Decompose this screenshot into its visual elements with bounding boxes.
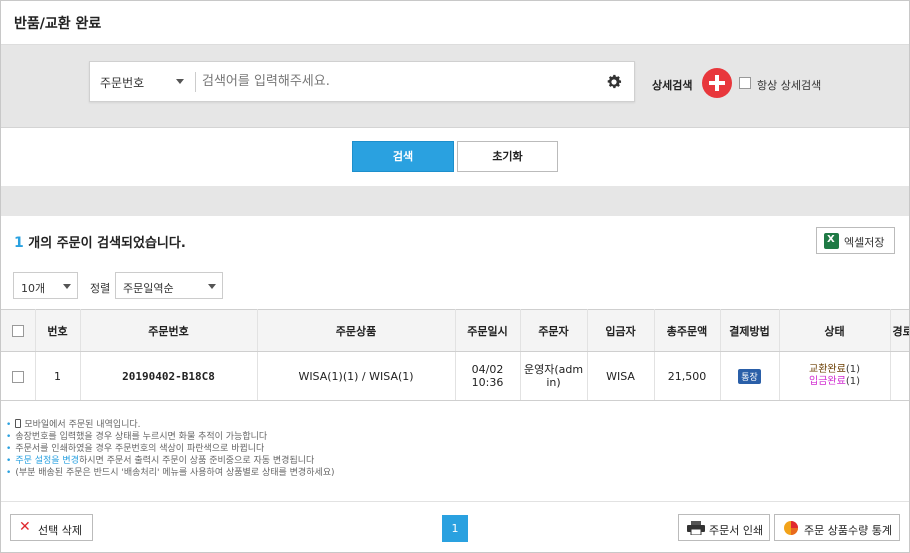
note-item: • 주문서를 인쇄하였을 경우 주문번호의 색상이 파란색으로 바뀝니다 [6,444,265,454]
table-header-row: 번호 주문번호 주문상품 주문일시 주문자 입금자 총주문액 결제방법 상태 경… [1,309,909,352]
header-payment[interactable]: 결제방법 [720,309,780,352]
status-exchange: 교환완료(1) [780,364,890,376]
header-orderer[interactable]: 주문자 [520,309,588,352]
title-bar: 반품/교환 완료 [1,1,909,45]
page-size-value: 10개 [21,282,46,295]
mobile-icon [15,419,22,428]
gear-icon[interactable] [605,73,623,91]
excel-save-label: 엑셀저장 [844,236,885,249]
delete-selected-label: 선택 삭제 [38,524,82,537]
search-button[interactable]: 검색 [352,141,454,172]
delete-selected-button[interactable]: ✕ 선택 삭제 [10,514,93,541]
header-status[interactable]: 상태 [779,309,891,352]
print-order-button[interactable]: 주문서 인쇄 [678,514,770,541]
result-count: 1 [14,235,24,251]
chevron-down-icon [63,284,71,289]
note-text: 하시면 주문서 출력시 주문이 상품 준비중으로 자동 변경됩니다 [79,456,315,466]
note-text: (부분 배송된 주문은 반드시 '배송처리' 메뉴를 사용하여 상품별로 상태를… [15,468,335,478]
result-count-heading: 1 개의 주문이 검색되었습니다. [14,232,186,251]
plus-icon[interactable] [702,68,732,98]
printer-icon [687,521,705,535]
reset-button[interactable]: 초기화 [457,141,558,172]
select-all-checkbox[interactable] [11,325,24,337]
chevron-down-icon [208,284,216,289]
search-area: 주문번호 상세검색 항상 상세검색 [1,45,909,128]
header-order-date[interactable]: 주문일시 [455,309,521,352]
header-route[interactable]: 경로 [890,309,909,352]
note-text: 송장번호를 입력했을 경우 상태를 누르시면 화물 추적이 가능합니다 [15,432,268,442]
pagination-page[interactable]: 1 [442,515,468,542]
chevron-down-icon [176,79,184,84]
status-paid: 입금완료(1) [780,376,890,388]
status-exchange-count: (1) [845,364,860,375]
note-item: • (부분 배송된 주문은 반드시 '배송처리' 메뉴를 사용하여 상품별로 상태… [6,468,335,478]
always-detail-checkbox[interactable] [739,77,751,89]
detail-search-label[interactable]: 상세검색 [652,77,692,93]
table-row[interactable]: 1 20190402-B18C8 WISA(1)(1) / WISA(1) 04… [1,351,909,401]
product-stats-label: 주문 상품수량 통계 [804,524,892,537]
header-order-no[interactable]: 주문번호 [80,309,258,352]
divider [195,72,196,92]
note-text: 주문서를 인쇄하였을 경우 주문번호의 색상이 파란색으로 바뀝니다 [15,444,265,454]
close-icon: ✕ [19,519,31,535]
row-status[interactable]: 교환완료(1) 입금완료(1) [779,351,891,401]
search-type-select[interactable]: 주문번호 [90,62,195,101]
row-payment: 통장 [720,351,780,401]
note-text: 모바일에서 주문된 내역입니다. [24,420,141,430]
status-paid-label[interactable]: 입금완료 [809,376,846,387]
excel-save-button[interactable]: X 엑셀저장 [816,227,895,254]
product-stats-button[interactable]: 주문 상품수량 통계 [774,514,900,541]
row-no: 1 [35,351,81,401]
status-exchange-label[interactable]: 교환완료 [809,364,846,375]
row-total: 21,500 [654,351,721,401]
print-order-label: 주문서 인쇄 [709,524,764,537]
row-orderer[interactable]: 운영자(admin) [520,351,588,401]
payment-badge: 통장 [738,368,761,384]
sort-label: 정렬 [90,282,111,295]
note-item: • 주문 설정을 변경하시면 주문서 출력시 주문이 상품 준비중으로 자동 변경… [6,456,315,466]
search-box: 주문번호 [89,61,635,102]
status-paid-count: (1) [845,376,860,387]
row-order-no[interactable]: 20190402-B18C8 [80,351,258,401]
footer-bar: ✕ 선택 삭제 1 주문서 인쇄 주문 상품수량 통계 [1,501,909,552]
orderer-name[interactable]: 운영자(admin) [524,363,583,389]
select-all-cell [1,309,36,352]
sort-value: 주문일역순 [123,282,174,295]
note-item: • 모바일에서 주문된 내역입니다. [6,419,141,430]
pie-chart-icon [784,521,798,535]
always-detail-label[interactable]: 항상 상세검색 [757,77,821,93]
note-item: • 송장번호를 입력했을 경우 상태를 누르시면 화물 추적이 가능합니다 [6,432,268,442]
row-product[interactable]: WISA(1)(1) / WISA(1) [257,351,456,401]
search-buttons-row: 검색 초기화 [1,128,909,186]
header-payer[interactable]: 입금자 [587,309,655,352]
header-no[interactable]: 번호 [35,309,81,352]
row-select-cell [1,351,36,401]
sort-select[interactable]: 주문일역순 [115,272,223,299]
page-size-select[interactable]: 10개 [13,272,78,299]
row-route [890,351,909,401]
order-settings-link[interactable]: 주문 설정을 변경 [15,456,79,466]
header-product[interactable]: 주문상품 [257,309,456,352]
result-count-text: 개의 주문이 검색되었습니다. [23,236,186,251]
orders-table: 번호 주문번호 주문상품 주문일시 주문자 입금자 총주문액 결제방법 상태 경… [1,309,909,401]
row-payer: WISA [587,351,655,401]
row-checkbox[interactable] [11,370,24,383]
row-order-date: 04/02 10:36 [455,351,521,401]
search-input[interactable] [202,68,597,95]
search-type-value: 주문번호 [100,76,145,90]
excel-icon: X [824,233,839,249]
header-total[interactable]: 총주문액 [654,309,721,352]
notes-list: • 모바일에서 주문된 내역입니다. • 송장번호를 입력했을 경우 상태를 누르시… [6,419,706,479]
separator-band [1,186,909,216]
page-title: 반품/교환 완료 [14,16,102,32]
